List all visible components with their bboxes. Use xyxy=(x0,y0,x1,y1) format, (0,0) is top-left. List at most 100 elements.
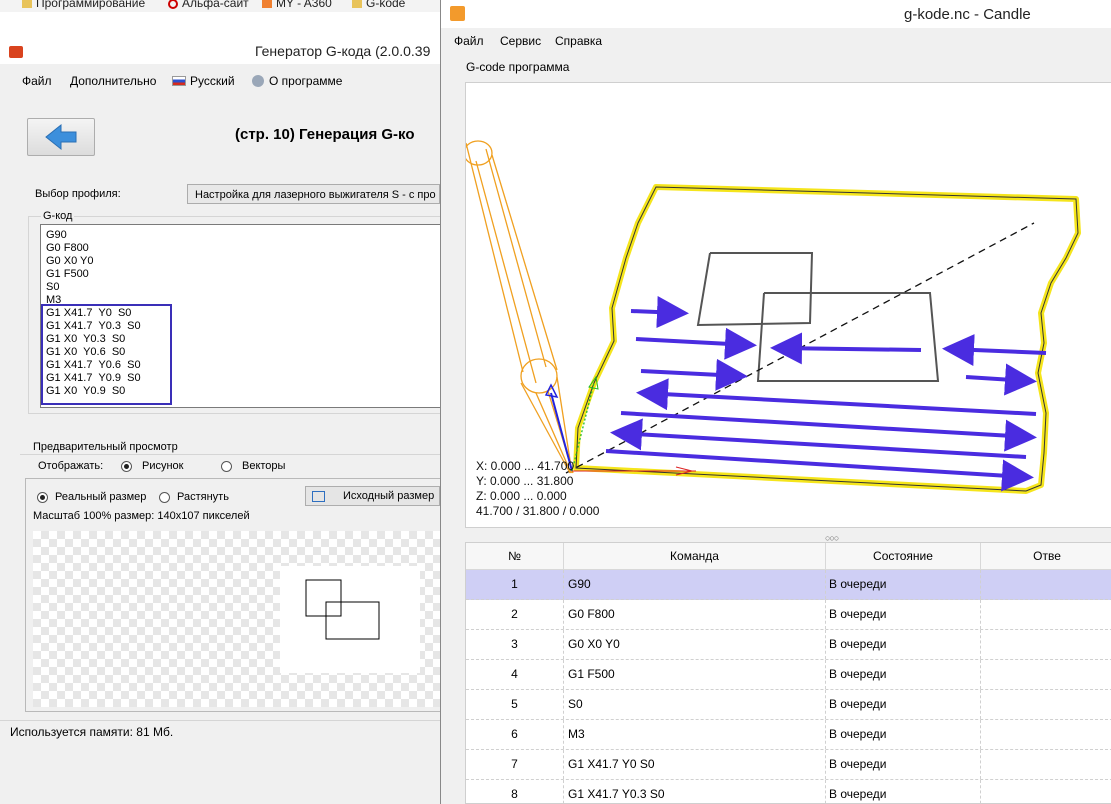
radio-display-vectors[interactable] xyxy=(221,461,232,472)
cell-state: В очереди xyxy=(826,690,981,719)
col-command[interactable]: Команда xyxy=(564,543,826,570)
display-label: Отображать: xyxy=(38,460,104,472)
cell-state: В очереди xyxy=(826,630,981,659)
cell-state: В очереди xyxy=(826,570,981,599)
gcode-generator-window: Генератор G-кода (2.0.0.39 Файл Дополнит… xyxy=(0,34,441,804)
candle-title-bar: g-kode.nc - Candle xyxy=(441,0,1111,28)
table-row[interactable]: 3 G0 X0 Y0 В очереди xyxy=(466,630,1111,660)
radio-display-vectors-label: Векторы xyxy=(242,460,286,472)
back-button[interactable] xyxy=(27,118,95,156)
app-icon xyxy=(9,46,23,58)
candle-menu-bar: Файл Сервис Справка xyxy=(441,30,1111,52)
cell-n: 1 xyxy=(466,570,564,599)
toolpath-visualization: X: 0.000 ... 41.700 Y: 0.000 ... 31.800 … xyxy=(463,140,1081,518)
coord-x: X: 0.000 ... 41.700 xyxy=(476,459,574,473)
cell-response xyxy=(981,630,1111,659)
candle-menu-service[interactable]: Сервис xyxy=(500,34,541,48)
bookmark-gkode[interactable]: G-kode xyxy=(352,0,405,10)
gcode-legend: G-код xyxy=(41,210,75,222)
profile-select[interactable]: Настройка для лазерного выжигателя S - с… xyxy=(187,184,440,204)
radio-display-picture-label: Рисунок xyxy=(142,460,184,472)
table-row[interactable]: 4 G1 F500 В очереди xyxy=(466,660,1111,690)
radio-stretch-label: Растянуть xyxy=(177,491,229,503)
table-row[interactable]: 6 M3 В очереди xyxy=(466,720,1111,750)
radio-real-size[interactable] xyxy=(37,492,48,503)
cell-n: 3 xyxy=(466,630,564,659)
preview-drawing xyxy=(305,579,380,640)
gcode-line: G0 F800 xyxy=(46,242,89,254)
preview-image xyxy=(280,566,420,673)
cell-n: 2 xyxy=(466,600,564,629)
table-row[interactable]: 1 G90 В очереди xyxy=(466,570,1111,600)
tool-cylinder xyxy=(463,140,574,474)
menu-extra[interactable]: Дополнительно xyxy=(70,74,156,88)
bookmark-alfa[interactable]: Альфа-сайт xyxy=(168,0,249,10)
cell-state: В очереди xyxy=(826,780,981,803)
preview-legend: Предварительный просмотр xyxy=(31,441,180,453)
cell-state: В очереди xyxy=(826,750,981,779)
cell-response xyxy=(981,780,1111,803)
cell-response xyxy=(981,690,1111,719)
cell-n: 8 xyxy=(466,780,564,803)
radio-stretch[interactable] xyxy=(159,492,170,503)
gcode-table: № Команда Состояние Отве 1 G90 В очереди 2 G… xyxy=(465,542,1111,804)
profile-label: Выбор профиля: xyxy=(35,188,121,200)
cell-n: 7 xyxy=(466,750,564,779)
gcode-highlight-box xyxy=(41,304,172,405)
window-title: Генератор G-кода (2.0.0.39 xyxy=(255,43,431,59)
table-row[interactable]: 7 G1 X41.7 Y0 S0 В очереди xyxy=(466,750,1111,780)
folder-icon xyxy=(22,0,32,9)
original-size-button[interactable]: Исходный размер xyxy=(305,486,440,506)
gcode-line: S0 xyxy=(46,281,60,293)
status-bar: Используется памяти: 81 Мб. xyxy=(0,720,440,743)
cell-cmd: S0 xyxy=(564,690,826,719)
coord-y: Y: 0.000 ... 31.800 xyxy=(476,474,574,488)
candle-window: g-kode.nc - Candle Файл Сервис Справка G… xyxy=(440,0,1111,804)
cell-cmd: G1 X41.7 Y0.3 S0 xyxy=(564,780,826,803)
gcode-line: G1 F500 xyxy=(46,268,89,280)
gcode-line: G90 xyxy=(46,229,67,241)
col-number[interactable]: № xyxy=(466,543,564,570)
col-response[interactable]: Отве xyxy=(981,543,1111,570)
menu-file[interactable]: Файл xyxy=(22,74,52,88)
candle-app-icon xyxy=(450,6,465,21)
cell-response xyxy=(981,660,1111,689)
menu-about[interactable]: О программе xyxy=(252,74,342,88)
gcode-3d-viewport[interactable]: X: 0.000 ... 41.700 Y: 0.000 ... 31.800 … xyxy=(463,82,1111,528)
page-heading: (стр. 10) Генерация G-ко xyxy=(235,126,415,143)
cell-response xyxy=(981,750,1111,779)
a360-icon xyxy=(262,0,272,9)
candle-window-title: g-kode.nc - Candle xyxy=(904,6,1031,23)
cell-cmd: G1 F500 xyxy=(564,660,826,689)
help-icon xyxy=(252,75,264,87)
bookmark-programming[interactable]: Программирование xyxy=(22,0,145,10)
arrow-left-icon xyxy=(45,123,77,151)
radio-display-picture[interactable] xyxy=(121,461,132,472)
cell-state: В очереди xyxy=(826,660,981,689)
candle-menu-help[interactable]: Справка xyxy=(555,34,602,48)
coord-z: Z: 0.000 ... 0.000 xyxy=(476,489,567,503)
title-bar: Генератор G-кода (2.0.0.39 xyxy=(0,34,440,64)
resize-icon xyxy=(312,491,325,502)
menu-bar: Файл Дополнительно Русский О программе xyxy=(0,70,440,92)
table-row[interactable]: 8 G1 X41.7 Y0.3 S0 В очереди xyxy=(466,780,1111,803)
cell-cmd: M3 xyxy=(564,720,826,749)
flag-ru-icon xyxy=(172,76,186,86)
menu-language[interactable]: Русский xyxy=(172,74,235,88)
radio-real-size-label: Реальный размер xyxy=(55,491,147,503)
cell-cmd: G1 X41.7 Y0 S0 xyxy=(564,750,826,779)
bookmark-a360[interactable]: MY - A360 xyxy=(262,0,332,10)
cell-cmd: G0 F800 xyxy=(564,600,826,629)
cell-state: В очереди xyxy=(826,600,981,629)
candle-menu-file[interactable]: Файл xyxy=(454,34,484,48)
cell-cmd: G0 X0 Y0 xyxy=(564,630,826,659)
cell-response xyxy=(981,720,1111,749)
col-state[interactable]: Состояние xyxy=(826,543,981,570)
cell-n: 4 xyxy=(466,660,564,689)
swirl-icon xyxy=(168,0,178,9)
cell-response xyxy=(981,600,1111,629)
table-row[interactable]: 5 S0 В очереди xyxy=(466,690,1111,720)
table-row[interactable]: 2 G0 F800 В очереди xyxy=(466,600,1111,630)
cell-n: 5 xyxy=(466,690,564,719)
bookmarks-bar: Программирование Альфа-сайт MY - A360 G-… xyxy=(0,0,440,12)
